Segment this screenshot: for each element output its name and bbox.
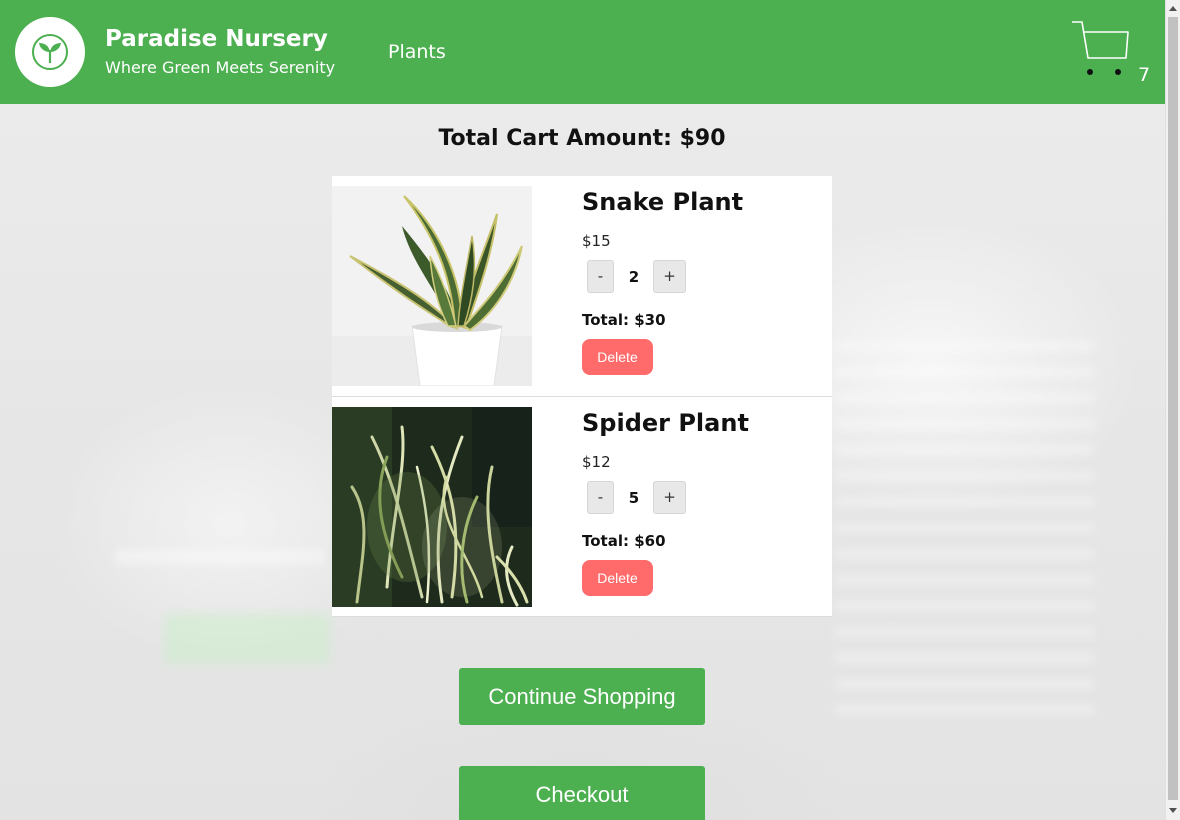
continue-shopping-button[interactable]: Continue Shopping (459, 668, 705, 725)
cart-count-badge: 7 (1138, 64, 1151, 86)
spider-plant-image (332, 407, 532, 607)
item-price: $12 (582, 453, 611, 471)
delete-button[interactable]: Delete (582, 339, 653, 375)
item-subtotal: Total: $60 (582, 532, 666, 550)
item-name: Snake Plant (582, 188, 744, 216)
item-quantity: 2 (628, 268, 640, 286)
cart-icon[interactable] (1068, 18, 1134, 80)
checkout-button[interactable]: Checkout (459, 766, 705, 820)
decrease-quantity-button[interactable]: - (587, 481, 614, 514)
background-button-blur (165, 614, 330, 664)
scrollbar-thumb[interactable] (1168, 17, 1178, 800)
page-scrollbar[interactable] (1165, 0, 1180, 820)
brand-tagline: Where Green Meets Serenity (105, 58, 336, 77)
cart-items-list: Snake Plant $15 - 2 + Total: $30 Delete (332, 176, 832, 617)
item-price: $15 (582, 232, 611, 250)
cart-item: Snake Plant $15 - 2 + Total: $30 Delete (332, 176, 832, 397)
item-quantity: 5 (628, 489, 640, 507)
item-name: Spider Plant (582, 409, 749, 437)
cart-item: Spider Plant $12 - 5 + Total: $60 Delete (332, 397, 832, 617)
increase-quantity-button[interactable]: + (653, 260, 686, 293)
decrease-quantity-button[interactable]: - (587, 260, 614, 293)
background-subtext-blur (115, 549, 325, 565)
snake-plant-image (332, 186, 532, 386)
background-welcome-blur (120, 359, 350, 559)
background-paragraph-blur (835, 324, 1095, 724)
nav-link-plants[interactable]: Plants (388, 41, 446, 63)
scroll-down-arrow-icon[interactable] (1169, 808, 1177, 813)
item-subtotal: Total: $30 (582, 311, 666, 329)
navbar: Paradise Nursery Where Green Meets Seren… (0, 0, 1165, 104)
sprout-icon (32, 34, 68, 70)
brand-title[interactable]: Paradise Nursery (105, 26, 328, 52)
scroll-up-arrow-icon[interactable] (1169, 6, 1177, 11)
delete-button[interactable]: Delete (582, 560, 653, 596)
logo[interactable] (15, 17, 85, 87)
cart-total-amount: Total Cart Amount: $90 (438, 126, 726, 151)
increase-quantity-button[interactable]: + (653, 481, 686, 514)
